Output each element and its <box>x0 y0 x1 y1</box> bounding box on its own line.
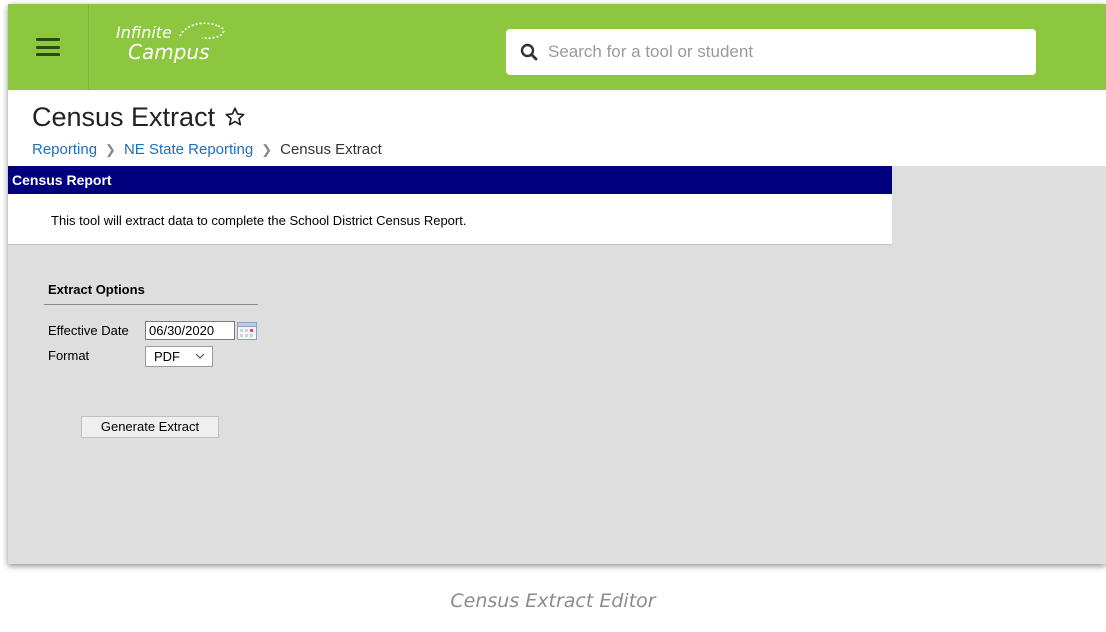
tool-content: Census Report This tool will extract dat… <box>8 166 1106 564</box>
hamburger-icon <box>36 38 60 56</box>
search-icon <box>520 43 538 61</box>
extract-options-title: Extract Options <box>48 282 145 297</box>
breadcrumb-ne-state-reporting[interactable]: NE State Reporting <box>124 141 253 158</box>
app-header: Infinite Campus <box>8 4 1106 90</box>
format-selected-value: PDF <box>154 349 180 364</box>
chevron-down-icon <box>195 353 205 359</box>
format-label: Format <box>48 348 90 363</box>
breadcrumb-reporting[interactable]: Reporting <box>32 141 97 158</box>
search-box[interactable] <box>506 29 1036 75</box>
generate-extract-button[interactable]: Generate Extract <box>81 416 219 438</box>
breadcrumb-separator-icon: ❯ <box>261 141 273 157</box>
page-titlebar: Census Extract Reporting ❯ NE State Repo… <box>8 90 1106 166</box>
logo-swoosh-icon <box>179 22 225 40</box>
census-report-panel: Census Report This tool will extract dat… <box>8 166 892 245</box>
image-caption: Census Extract Editor <box>450 590 656 612</box>
infinite-campus-logo: Infinite Campus <box>116 22 225 62</box>
breadcrumb-current: Census Extract <box>280 141 382 158</box>
breadcrumb-separator-icon: ❯ <box>105 141 116 157</box>
breadcrumb: Reporting ❯ NE State Reporting ❯ Census … <box>32 141 382 158</box>
search-input[interactable] <box>546 41 1010 63</box>
options-divider <box>44 304 258 305</box>
menu-button[interactable] <box>8 4 89 90</box>
effective-date-input[interactable] <box>145 321 235 340</box>
app-window: Infinite Campus Census Extract Reporting… <box>8 4 1106 564</box>
effective-date-label: Effective Date <box>48 323 129 338</box>
panel-heading: Census Report <box>8 166 892 194</box>
page-title: Census Extract <box>32 102 216 132</box>
calendar-icon[interactable] <box>237 322 257 340</box>
favorite-star-icon[interactable] <box>224 106 246 128</box>
format-select[interactable]: PDF <box>145 346 213 367</box>
panel-description: This tool will extract data to complete … <box>51 213 467 228</box>
